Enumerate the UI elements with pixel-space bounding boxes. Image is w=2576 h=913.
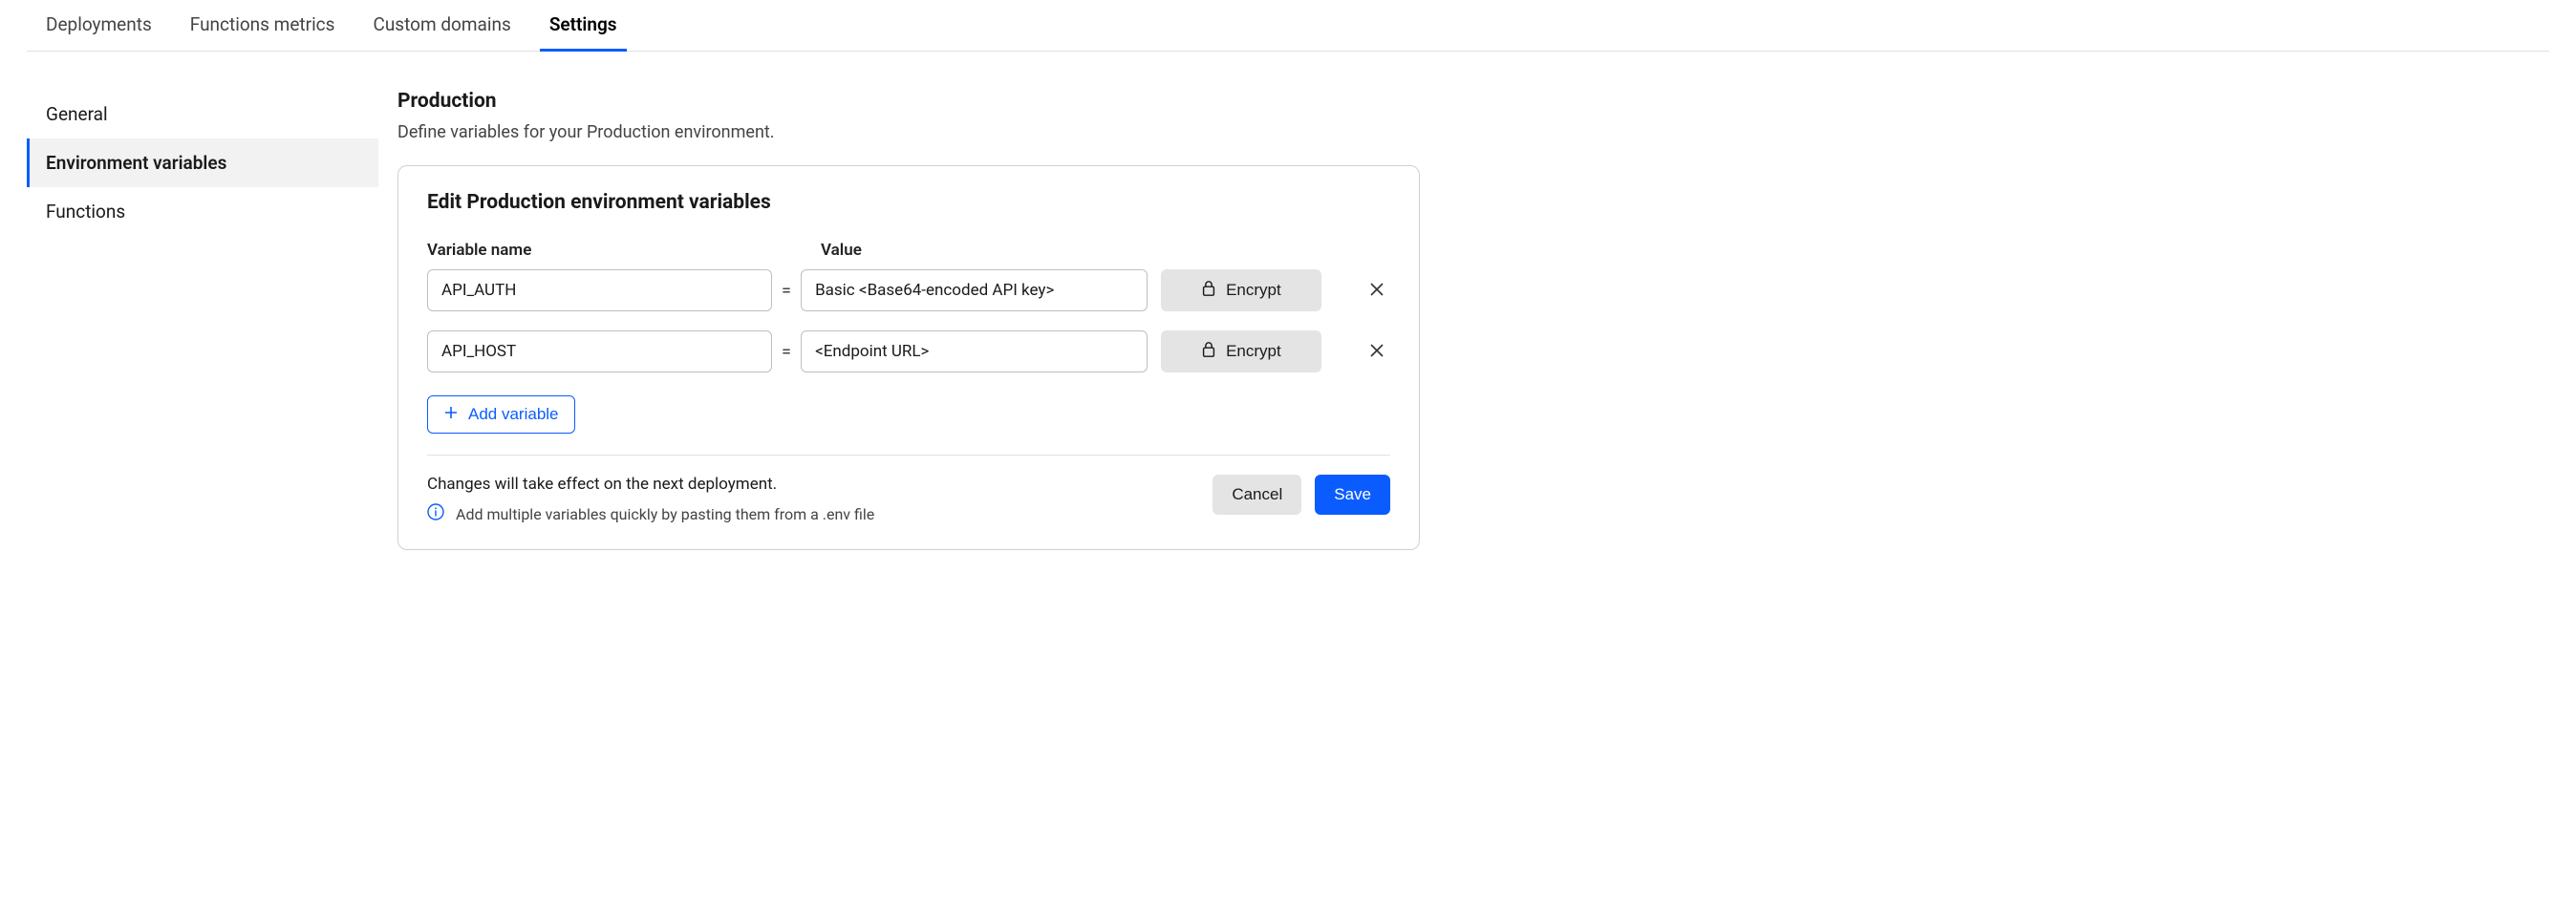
- encrypt-button[interactable]: Encrypt: [1161, 330, 1321, 372]
- equals-sign: =: [772, 342, 801, 362]
- tab-deployments[interactable]: Deployments: [46, 0, 152, 51]
- column-header-value: Value: [821, 241, 1216, 260]
- remove-variable-button[interactable]: [1363, 337, 1390, 367]
- sidebar-item-env-vars[interactable]: Environment variables: [27, 138, 378, 187]
- remove-variable-button[interactable]: [1363, 276, 1390, 306]
- tab-settings[interactable]: Settings: [549, 0, 617, 51]
- cancel-button[interactable]: Cancel: [1213, 475, 1301, 515]
- encrypt-button[interactable]: Encrypt: [1161, 269, 1321, 311]
- add-variable-button[interactable]: Add variable: [427, 395, 575, 434]
- env-vars-card: Edit Production environment variables Va…: [397, 165, 1420, 550]
- info-icon: [427, 503, 444, 524]
- sidebar-item-general[interactable]: General: [27, 90, 378, 138]
- page-title: Production: [397, 90, 1420, 113]
- variable-name-input[interactable]: [427, 269, 772, 311]
- env-file-hint-text: Add multiple variables quickly by pastin…: [456, 505, 874, 523]
- lock-icon: [1201, 341, 1216, 363]
- variable-row: = Encrypt: [427, 330, 1390, 372]
- add-variable-label: Add variable: [468, 405, 559, 424]
- sidebar-item-functions[interactable]: Functions: [27, 187, 378, 236]
- main-panel: Production Define variables for your Pro…: [378, 90, 1420, 550]
- plus-icon: [443, 405, 459, 425]
- tab-functions-metrics[interactable]: Functions metrics: [190, 0, 335, 51]
- variable-row: = Encrypt: [427, 269, 1390, 311]
- encrypt-label: Encrypt: [1226, 281, 1281, 300]
- close-icon: [1367, 341, 1386, 363]
- save-button[interactable]: Save: [1315, 475, 1390, 515]
- variable-name-input[interactable]: [427, 330, 772, 372]
- env-file-hint: Add multiple variables quickly by pastin…: [427, 503, 874, 524]
- card-title: Edit Production environment variables: [427, 191, 1390, 214]
- equals-sign: =: [772, 281, 801, 301]
- column-header-name: Variable name: [427, 241, 805, 260]
- tab-custom-domains[interactable]: Custom domains: [373, 0, 510, 51]
- lock-icon: [1201, 280, 1216, 302]
- variable-value-input[interactable]: [801, 269, 1148, 311]
- divider: [427, 455, 1390, 456]
- page-description: Define variables for your Production env…: [397, 122, 1420, 142]
- top-tabs: Deployments Functions metrics Custom dom…: [27, 0, 2549, 52]
- encrypt-label: Encrypt: [1226, 342, 1281, 361]
- close-icon: [1367, 280, 1386, 302]
- save-note: Changes will take effect on the next dep…: [427, 475, 874, 494]
- variable-value-input[interactable]: [801, 330, 1148, 372]
- sidebar: General Environment variables Functions: [27, 90, 378, 550]
